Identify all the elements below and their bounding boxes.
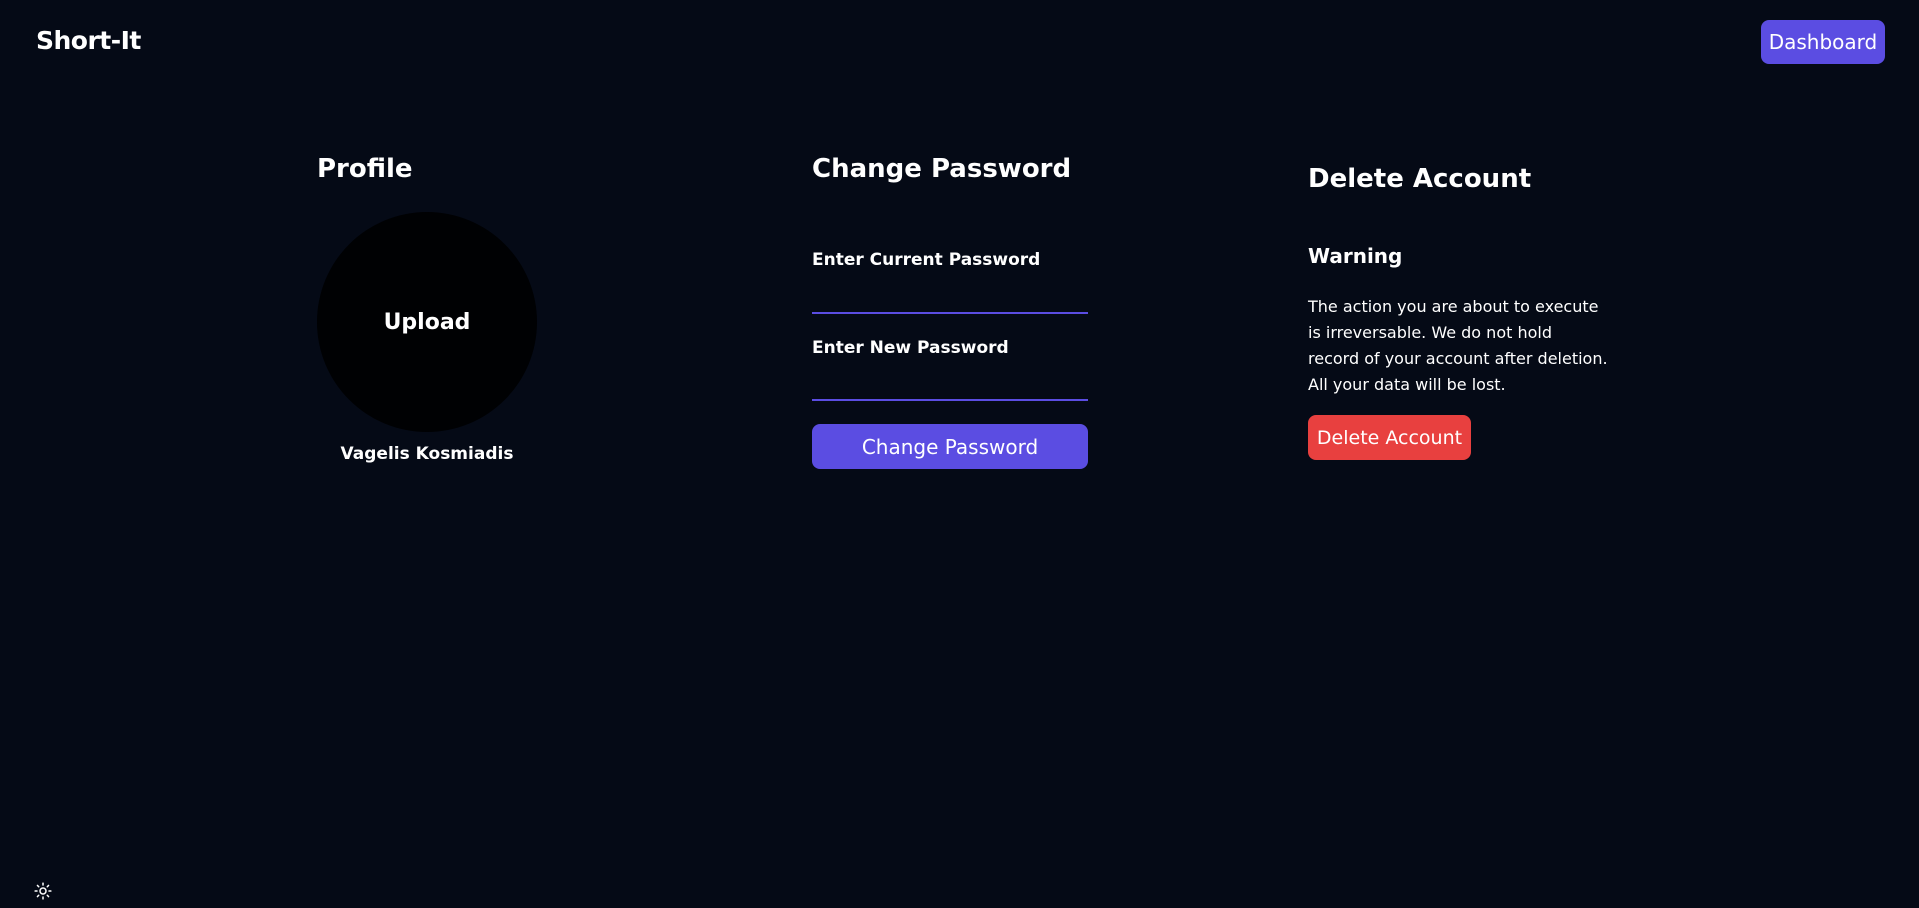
new-password-input[interactable] bbox=[812, 371, 1088, 401]
delete-account-title: Delete Account bbox=[1308, 164, 1532, 194]
delete-account-button[interactable]: Delete Account bbox=[1308, 415, 1471, 460]
avatar-upload[interactable]: Upload bbox=[317, 212, 537, 432]
new-password-label: Enter New Password bbox=[812, 338, 1009, 358]
warning-title: Warning bbox=[1308, 244, 1403, 268]
current-password-label: Enter Current Password bbox=[812, 250, 1041, 270]
dashboard-button[interactable]: Dashboard bbox=[1761, 20, 1885, 64]
change-password-button[interactable]: Change Password bbox=[812, 424, 1088, 469]
brand-logo[interactable]: Short-It bbox=[36, 26, 141, 55]
profile-title: Profile bbox=[317, 154, 413, 184]
upload-label: Upload bbox=[383, 309, 471, 335]
sun-icon[interactable] bbox=[34, 882, 52, 900]
profile-name: Vagelis Kosmiadis bbox=[340, 444, 514, 464]
change-password-title: Change Password bbox=[812, 154, 1072, 184]
warning-text: The action you are about to execute is i… bbox=[1308, 297, 1608, 394]
current-password-input[interactable] bbox=[812, 284, 1088, 314]
